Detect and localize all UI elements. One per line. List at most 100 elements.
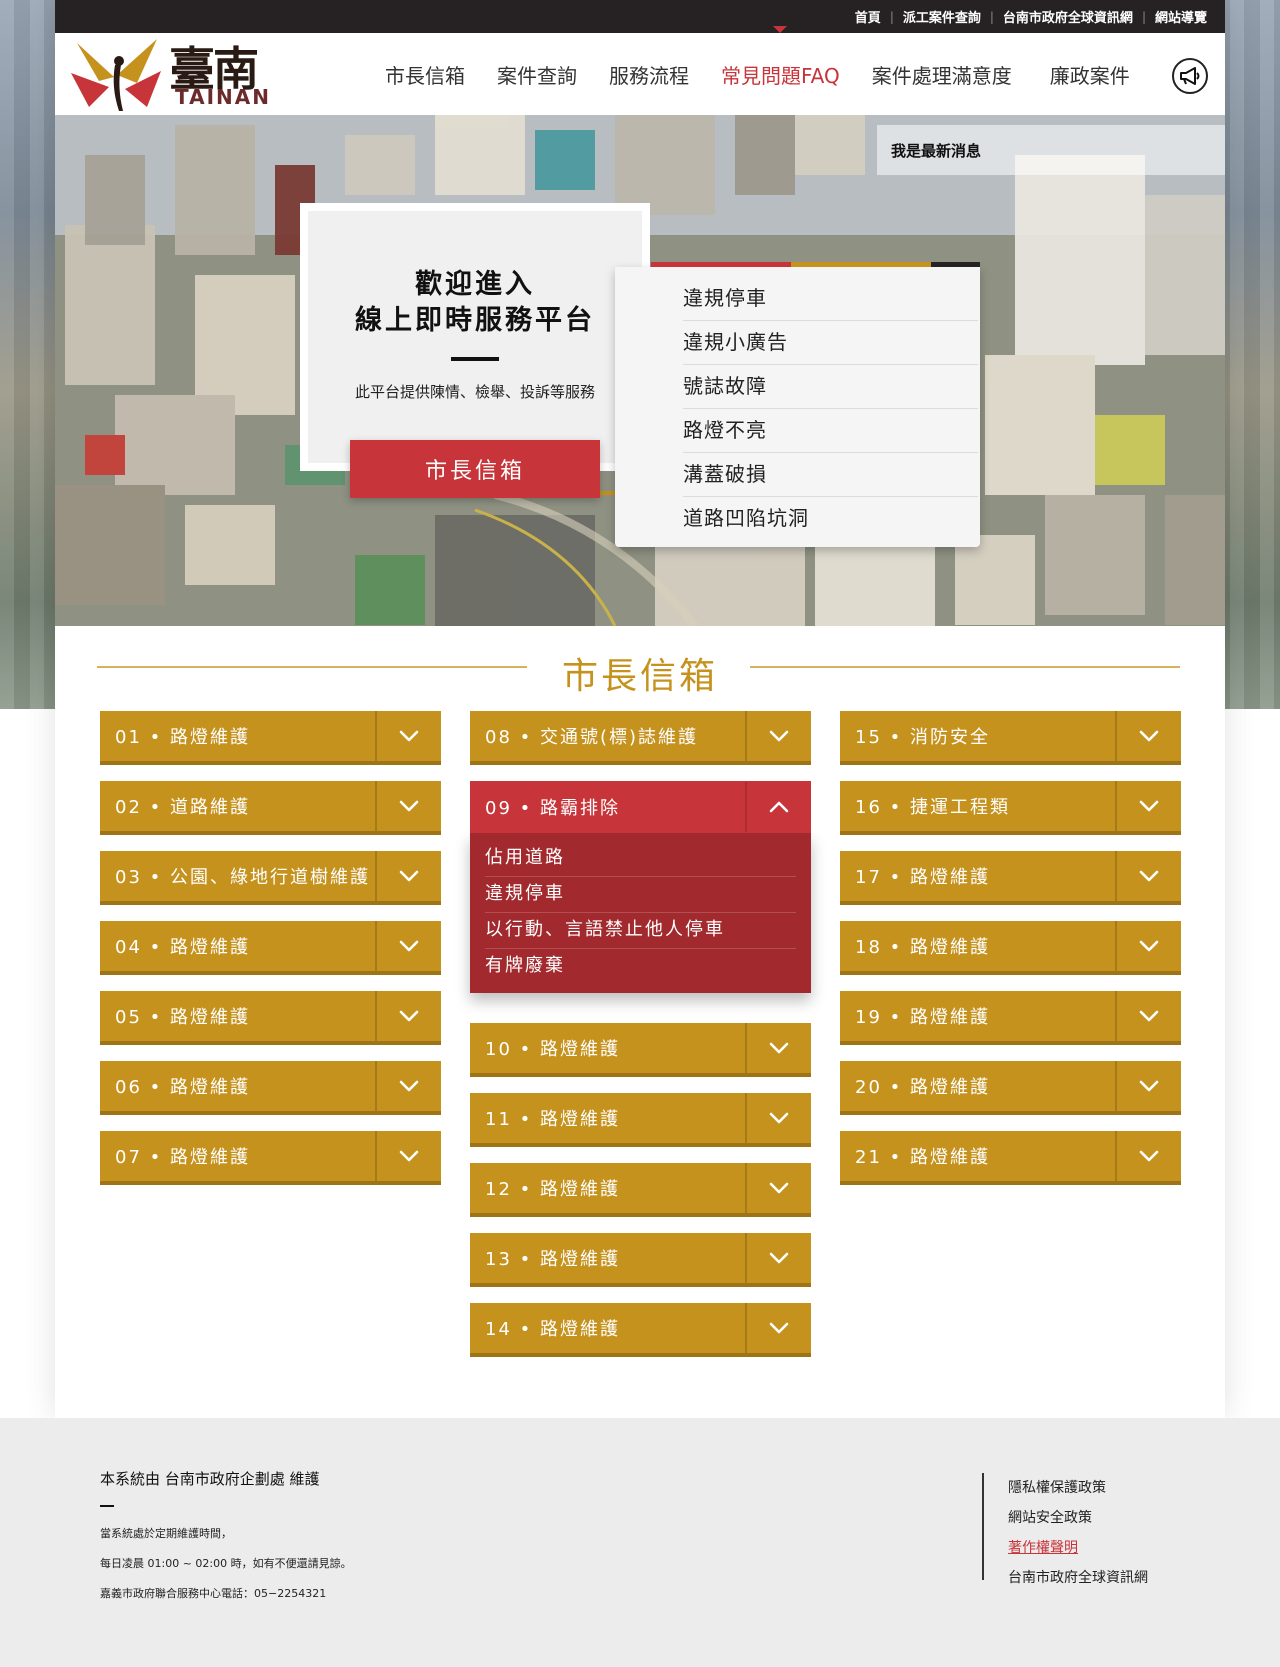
chevron-down-icon[interactable] [745, 1303, 811, 1353]
category-label: 02 • 道路維護 [115, 797, 250, 818]
category-accordion-05[interactable]: 05 • 路燈維護 [100, 991, 441, 1045]
category-accordion-11[interactable]: 11 • 路燈維護 [470, 1093, 811, 1147]
category-label: 21 • 路燈維護 [855, 1147, 990, 1168]
top-utility-bar: 首頁 | 派工案件查詢 | 台南市政府全球資訊網 | 網站導覽 [55, 0, 1225, 33]
category-column-2: 08 • 交通號(標)誌維護 09 • 路霸排除 佔用道路 違規停車 以行動、言語禁止他… [470, 711, 811, 1373]
topbar-link-gov-site[interactable]: 台南市政府全球資訊網 [1003, 7, 1133, 26]
category-accordion-12[interactable]: 12 • 路燈維護 [470, 1163, 811, 1217]
category-accordion-17[interactable]: 17 • 路燈維護 [840, 851, 1181, 905]
nav-item-case-query[interactable]: 案件查詢 [497, 60, 577, 89]
welcome-title: 歡迎進入 線上即時服務平台 [308, 267, 642, 339]
category-accordion-13[interactable]: 13 • 路燈維護 [470, 1233, 811, 1287]
category-number: 12 [485, 1179, 512, 1200]
footer-link-copyright[interactable]: 著作權聲明 [1008, 1533, 1148, 1563]
nav-item-satisfaction[interactable]: 案件處理滿意度 [872, 60, 1012, 89]
site-footer: 本系統由 台南市政府企劃處 維護 當系統處於定期維護時間， 每日凌晨 01:00… [0, 1418, 1280, 1667]
footer-link-gov-site[interactable]: 台南市政府全球資訊網 [1008, 1563, 1148, 1593]
category-name: 捷運工程類 [909, 797, 1010, 818]
topbar-link-home[interactable]: 首頁 [855, 7, 881, 26]
quick-link-streetlight-out[interactable]: 路燈不亮 [683, 409, 978, 453]
chevron-down-icon[interactable] [745, 1163, 811, 1213]
category-name: 路燈維護 [539, 1319, 620, 1340]
category-accordion-01[interactable]: 01 • 路燈維護 [100, 711, 441, 765]
category-label: 05 • 路燈維護 [115, 1007, 250, 1028]
chevron-down-icon[interactable] [745, 1233, 811, 1283]
category-label: 14 • 路燈維護 [485, 1319, 620, 1340]
category-number: 18 [855, 937, 882, 958]
category-label: 08 • 交通號(標)誌維護 [485, 727, 699, 748]
category-name: 消防安全 [909, 727, 990, 748]
subcategory-item[interactable]: 有牌廢棄 [485, 949, 796, 985]
megaphone-icon[interactable] [1172, 58, 1208, 94]
category-accordion-02[interactable]: 02 • 道路維護 [100, 781, 441, 835]
quick-link-road-pothole[interactable]: 道路凹陷坑洞 [683, 497, 978, 541]
chevron-down-icon[interactable] [745, 1093, 811, 1143]
category-number: 16 [855, 797, 882, 818]
quick-link-signal-failure[interactable]: 號誌故障 [683, 365, 978, 409]
section-title-text: 市長信箱 [531, 656, 748, 697]
quick-link-illegal-parking[interactable]: 違規停車 [683, 277, 978, 321]
category-accordion-19[interactable]: 19 • 路燈維護 [840, 991, 1181, 1045]
quick-link-illegal-ads[interactable]: 違規小廣告 [683, 321, 978, 365]
subcategory-item[interactable]: 違規停車 [485, 877, 796, 913]
footer-link-privacy[interactable]: 隱私權保護政策 [1008, 1473, 1148, 1503]
nav-item-integrity-cases[interactable]: 廉政案件 [1050, 60, 1130, 89]
footer-link-security[interactable]: 網站安全政策 [1008, 1503, 1148, 1533]
subcategory-item[interactable]: 佔用道路 [485, 841, 796, 877]
category-name: 路燈維護 [169, 937, 250, 958]
welcome-card: 歡迎進入 線上即時服務平台 此平台提供陳情、檢舉、投訴等服務 [300, 203, 650, 471]
chevron-down-icon[interactable] [375, 851, 441, 901]
category-accordion-10[interactable]: 10 • 路燈維護 [470, 1023, 811, 1077]
category-name: 路燈維護 [539, 1179, 620, 1200]
chevron-down-icon[interactable] [375, 781, 441, 831]
chevron-down-icon[interactable] [375, 711, 441, 761]
chevron-down-icon[interactable] [1115, 781, 1181, 831]
category-accordion-20[interactable]: 20 • 路燈維護 [840, 1061, 1181, 1115]
chevron-up-icon[interactable] [745, 782, 811, 832]
category-label: 19 • 路燈維護 [855, 1007, 990, 1028]
chevron-down-icon[interactable] [1115, 1131, 1181, 1181]
chevron-down-icon[interactable] [375, 991, 441, 1041]
main-nav: 市長信箱 案件查詢 服務流程 常見問題FAQ 案件處理滿意度 廉政案件 [385, 25, 1162, 123]
chevron-down-icon[interactable] [375, 1131, 441, 1181]
category-accordion-03[interactable]: 03 • 公園、綠地行道樹維護 [100, 851, 441, 905]
topbar-link-dispatch-query[interactable]: 派工案件查詢 [903, 7, 981, 26]
chevron-down-icon[interactable] [1115, 1061, 1181, 1111]
chevron-down-icon[interactable] [1115, 921, 1181, 971]
chevron-down-icon[interactable] [1115, 851, 1181, 901]
chevron-down-icon[interactable] [745, 711, 811, 761]
subcategory-item[interactable]: 以行動、言語禁止他人停車 [485, 913, 796, 949]
category-accordion-08[interactable]: 08 • 交通號(標)誌維護 [470, 711, 811, 765]
category-accordion-09[interactable]: 09 • 路霸排除 [470, 781, 811, 833]
chevron-down-icon[interactable] [375, 1061, 441, 1111]
category-accordion-15[interactable]: 15 • 消防安全 [840, 711, 1181, 765]
topbar-link-sitemap[interactable]: 網站導覽 [1155, 7, 1207, 26]
tainan-logo[interactable]: 臺南 TAINAN [69, 37, 269, 115]
category-name: 路燈維護 [539, 1039, 620, 1060]
category-accordion-21[interactable]: 21 • 路燈維護 [840, 1131, 1181, 1185]
nav-item-service-flow[interactable]: 服務流程 [609, 60, 689, 89]
category-accordion-18[interactable]: 18 • 路燈維護 [840, 921, 1181, 975]
category-accordion-06[interactable]: 06 • 路燈維護 [100, 1061, 441, 1115]
welcome-title-line-1: 歡迎進入 [415, 269, 535, 300]
category-name: 路燈維護 [169, 1077, 250, 1098]
nav-item-faq[interactable]: 常見問題FAQ [721, 25, 840, 123]
category-accordion-16[interactable]: 16 • 捷運工程類 [840, 781, 1181, 835]
quick-link-drain-cover[interactable]: 溝蓋破損 [683, 453, 978, 497]
category-accordion-07[interactable]: 07 • 路燈維護 [100, 1131, 441, 1185]
chevron-down-icon[interactable] [745, 1023, 811, 1073]
chevron-down-icon[interactable] [1115, 711, 1181, 761]
category-name: 路燈維護 [539, 1109, 620, 1130]
category-subpanel-09: 佔用道路 違規停車 以行動、言語禁止他人停車 有牌廢棄 [470, 833, 811, 993]
category-name: 公園、綠地行道樹維護 [169, 867, 370, 888]
category-name: 路霸排除 [539, 798, 620, 819]
latest-news-ticker[interactable]: 我是最新消息 [877, 125, 1225, 175]
chevron-down-icon[interactable] [375, 921, 441, 971]
category-accordion-14[interactable]: 14 • 路燈維護 [470, 1303, 811, 1357]
nav-item-mayor-mailbox[interactable]: 市長信箱 [385, 60, 465, 89]
logo-emblem-icon [71, 39, 161, 111]
category-number: 01 [115, 727, 142, 748]
mayor-mailbox-button[interactable]: 市長信箱 [350, 440, 600, 498]
category-accordion-04[interactable]: 04 • 路燈維護 [100, 921, 441, 975]
chevron-down-icon[interactable] [1115, 991, 1181, 1041]
